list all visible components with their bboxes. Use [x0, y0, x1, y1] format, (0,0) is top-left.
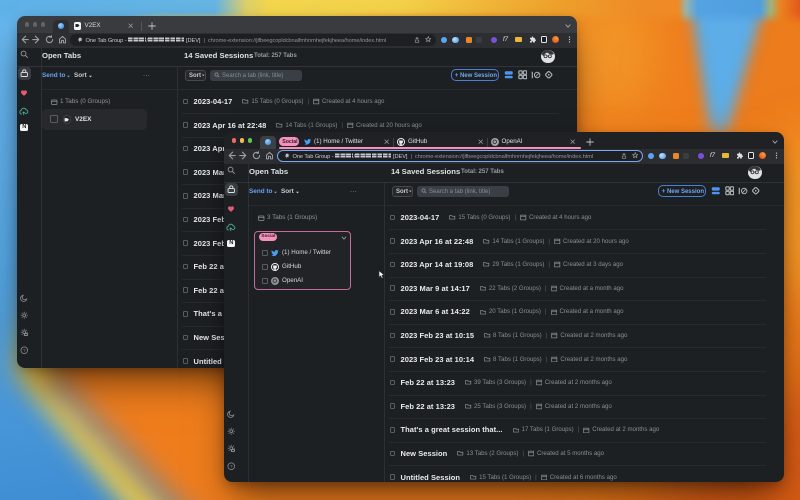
svg-text:?: ?: [23, 348, 26, 353]
svg-text:?: ?: [230, 464, 233, 469]
